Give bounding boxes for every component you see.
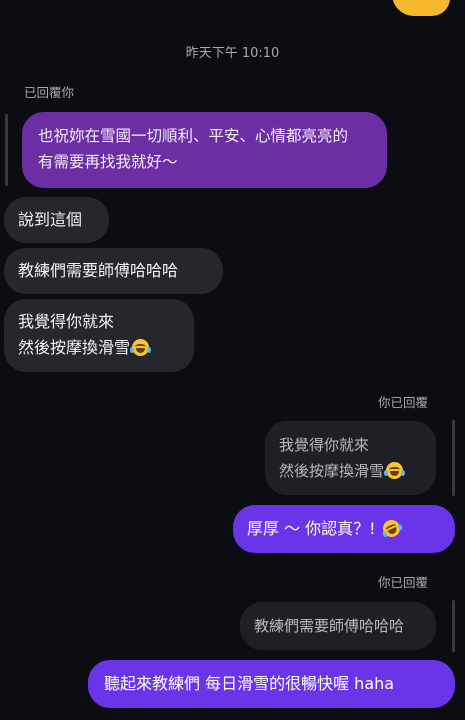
reply-header: 已回覆你 (24, 85, 75, 100)
quote-bar (5, 114, 8, 186)
quoted-line: 也祝妳在雪國一切順利、平安、心情都亮亮的 (38, 127, 349, 145)
quote-bar (452, 600, 455, 652)
face-with-tears-of-joy-icon (130, 339, 152, 356)
received-message[interactable]: 說到這個 (4, 197, 109, 243)
reply-header: 你已回覆 (378, 575, 429, 590)
quoted-message[interactable]: 也祝妳在雪國一切順利、平安、心情都亮亮的 有需要再找我就好～ (22, 112, 387, 188)
message-text: 然後按摩換滑雪 (18, 338, 131, 357)
quoted-line: 有需要再找我就好～ (38, 153, 178, 171)
message-text: 厚厚 ～ 你認真？! (247, 519, 381, 538)
quoted-message[interactable]: 教練們需要師傅哈哈哈 (240, 602, 436, 650)
message-timestamp: 昨天下午 10:10 (185, 46, 280, 61)
quoted-line: 然後按摩換滑雪 (279, 462, 385, 480)
quoted-line: 我覺得你就來 (279, 436, 370, 454)
received-message[interactable]: 教練們需要師傅哈哈哈 (4, 248, 223, 294)
received-message[interactable]: 我覺得你就來 然後按摩換滑雪 (4, 299, 194, 372)
message-text: 教練們需要師傅哈哈哈 (18, 261, 179, 280)
message-text: 聽起來教練們 每日滑雪的很暢快喔 haha (104, 674, 395, 693)
message-text: 說到這個 (18, 210, 83, 229)
sent-message[interactable]: 聽起來教練們 每日滑雪的很暢快喔 haha (88, 660, 455, 708)
quoted-line: 教練們需要師傅哈哈哈 (254, 617, 405, 635)
quoted-message[interactable]: 我覺得你就來 然後按摩換滑雪 (265, 421, 436, 495)
face-with-tears-of-joy-icon (384, 462, 406, 479)
quote-bar (452, 420, 455, 496)
sent-message[interactable]: 厚厚 ～ 你認真？! (233, 505, 455, 553)
reply-header: 你已回覆 (378, 395, 429, 410)
message-text: 我覺得你就來 (18, 312, 115, 331)
rolling-on-floor-laughing-icon (379, 517, 404, 540)
thumbs-up-emoji-icon (392, 0, 450, 16)
